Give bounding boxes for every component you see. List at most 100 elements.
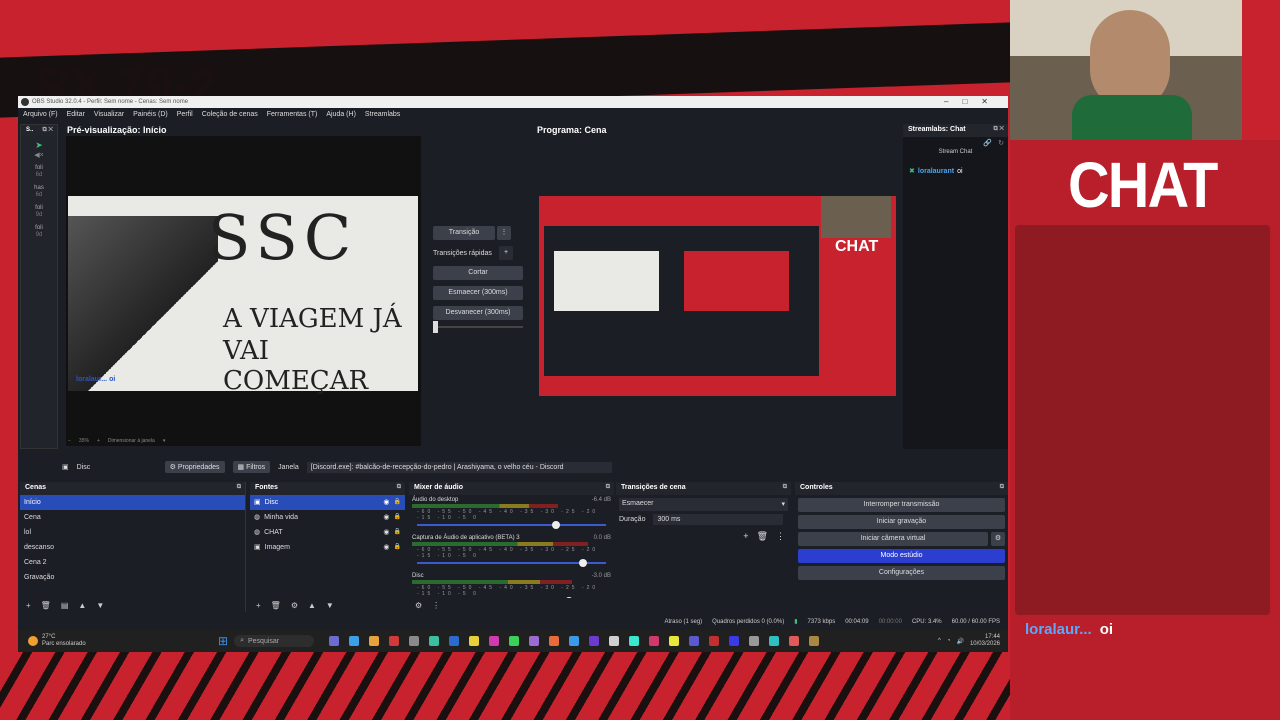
taskbar-search[interactable]: ⌕ Pesquisar: [234, 635, 315, 647]
scene-item[interactable]: lol: [20, 525, 245, 540]
remove-source-icon[interactable]: 🗑: [271, 601, 281, 610]
transition-menu-icon[interactable]: ⋮: [776, 531, 785, 542]
scene-item[interactable]: Cena: [20, 510, 245, 525]
scene-filter-icon[interactable]: ▤: [61, 601, 69, 610]
lock-icon[interactable]: 🔒: [394, 540, 401, 555]
cut-button[interactable]: Cortar: [433, 266, 523, 280]
source-item[interactable]: ▣ Imagem ◉ 🔒: [250, 540, 405, 555]
dock-list-item[interactable]: foli 6d: [21, 165, 57, 179]
move-up-icon[interactable]: ▲: [308, 601, 316, 610]
source-item[interactable]: ◍ Minha vida ◉ 🔒: [250, 510, 405, 525]
settings-button[interactable]: Configurações: [798, 566, 1005, 580]
lock-icon[interactable]: 🔒: [394, 525, 401, 540]
mixer-settings-icon[interactable]: ⚙: [415, 601, 422, 610]
add-transition-icon[interactable]: +: [743, 531, 748, 542]
mute-icon[interactable]: ◀×: [21, 151, 57, 159]
taskbar-app-icon[interactable]: [589, 636, 600, 646]
visibility-eye-icon[interactable]: ◉: [383, 510, 389, 525]
taskbar-app-icon[interactable]: [529, 636, 540, 646]
program-canvas[interactable]: CHAT: [539, 196, 896, 396]
dock-controls[interactable]: ⧉ ✕: [993, 126, 1004, 133]
transition-select[interactable]: Esmaecer ▾: [619, 498, 788, 511]
send-icon[interactable]: ➤: [21, 140, 57, 151]
taskbar-app-icon[interactable]: [489, 636, 500, 646]
volume-slider-handle[interactable]: [552, 521, 560, 529]
wifi-icon[interactable]: ◔: [947, 638, 951, 644]
refresh-icon[interactable]: ↻: [998, 139, 1004, 147]
add-source-icon[interactable]: +: [256, 601, 261, 610]
dock-icon[interactable]: ⧉: [606, 484, 610, 491]
taskbar-app-icon[interactable]: [809, 636, 820, 646]
volume-icon[interactable]: 🔊: [956, 638, 963, 645]
taskbar-app-icon[interactable]: [409, 636, 420, 646]
taskbar-app-icon[interactable]: [769, 636, 780, 646]
resize-label[interactable]: Dimensionar à janela: [108, 438, 155, 444]
add-quick-transition-icon[interactable]: +: [499, 246, 513, 260]
taskbar-app-icon[interactable]: [709, 636, 720, 646]
taskbar-app-icon[interactable]: [549, 636, 560, 646]
move-up-icon[interactable]: ▲: [78, 601, 86, 610]
mixer-menu-icon[interactable]: ⋮: [432, 601, 440, 610]
move-down-icon[interactable]: ▼: [326, 601, 334, 610]
windows-start-icon[interactable]: ⊞: [218, 634, 228, 648]
taskbar-app-icon[interactable]: [449, 636, 460, 646]
taskbar-app-icon[interactable]: [649, 636, 660, 646]
dock-list-item[interactable]: foli 9d: [21, 225, 57, 239]
dock-icon[interactable]: ⧉: [397, 484, 401, 491]
menu-item[interactable]: Ferramentas (T): [267, 108, 318, 122]
move-down-icon[interactable]: ▼: [96, 601, 104, 610]
remove-transition-icon[interactable]: 🗑: [757, 531, 768, 542]
dock-list-item[interactable]: has 6d: [21, 185, 57, 199]
popout-icon[interactable]: 🔗: [983, 139, 992, 147]
menu-item[interactable]: Painéis (D): [133, 108, 168, 122]
tbar-handle[interactable]: [433, 321, 438, 333]
stop-stream-button[interactable]: Interromper transmissão: [798, 498, 1005, 512]
source-settings-icon[interactable]: ⚙: [291, 601, 298, 610]
taskbar-app-icon[interactable]: [389, 636, 400, 646]
lock-icon[interactable]: 🔒: [394, 510, 401, 525]
taskbar-app-icon[interactable]: [689, 636, 700, 646]
menu-item[interactable]: Ajuda (H): [326, 108, 356, 122]
taskbar-app-icon[interactable]: [369, 636, 380, 646]
dock-list-item[interactable]: foli 9d: [21, 205, 57, 219]
virtual-camera-settings-icon[interactable]: ⚙: [991, 532, 1005, 546]
dock-icon[interactable]: ⧉: [237, 484, 241, 491]
zoom-plus[interactable]: +: [97, 438, 100, 444]
start-recording-button[interactable]: Iniciar gravação: [798, 515, 1005, 529]
tbar[interactable]: [433, 321, 523, 333]
volume-slider-handle[interactable]: [579, 559, 587, 567]
tray-chevron-icon[interactable]: ^: [938, 638, 941, 644]
zoom-minus[interactable]: −: [68, 438, 71, 444]
taskbar-app-icon[interactable]: [749, 636, 760, 646]
taskbar-app-icon[interactable]: [789, 636, 800, 646]
taskbar-app-icon[interactable]: [669, 636, 680, 646]
preview-canvas[interactable]: SSC A VIAGEM JÁ VAI COMEÇAR loralaur... …: [66, 136, 421, 446]
taskbar-app-icon[interactable]: [609, 636, 620, 646]
filters-button[interactable]: ▦ Filtros: [232, 461, 271, 473]
chevron-down-icon[interactable]: ▾: [163, 438, 166, 444]
taskbar-app-icon[interactable]: [569, 636, 580, 646]
taskbar-app-icon[interactable]: [329, 636, 340, 646]
visibility-eye-icon[interactable]: ◉: [383, 525, 389, 540]
studio-mode-button[interactable]: Modo estúdio: [798, 549, 1005, 563]
duration-input[interactable]: 300 ms: [653, 514, 784, 525]
scene-item[interactable]: Cena 2: [20, 555, 245, 570]
transition-button[interactable]: Transição: [433, 226, 495, 240]
dock-icon[interactable]: ⧉: [1000, 484, 1004, 491]
start-virtual-camera-button[interactable]: Iniciar câmera virtual: [798, 532, 988, 546]
source-item[interactable]: ◍ CHAT ◉ 🔒: [250, 525, 405, 540]
fade-button[interactable]: Esmaecer (300ms): [433, 286, 523, 300]
menu-item[interactable]: Coleção de cenas: [202, 108, 258, 122]
transition-menu-icon[interactable]: ⋮: [497, 226, 511, 240]
taskbar-app-icon[interactable]: [349, 636, 360, 646]
source-item[interactable]: ▣ Disc ◉ 🔒: [250, 495, 405, 510]
properties-button[interactable]: ⚙ Propriedades: [164, 461, 225, 473]
scene-item[interactable]: descanso: [20, 540, 245, 555]
window-controls[interactable]: –□✕: [944, 96, 1002, 108]
lock-icon[interactable]: 🔒: [394, 495, 401, 510]
volume-slider[interactable]: [417, 559, 606, 567]
scene-item[interactable]: Início: [20, 495, 245, 510]
weather-widget[interactable]: 27°C Parc ensolarado: [18, 634, 218, 648]
menu-item[interactable]: Perfil: [177, 108, 193, 122]
menu-item[interactable]: Visualizar: [94, 108, 124, 122]
